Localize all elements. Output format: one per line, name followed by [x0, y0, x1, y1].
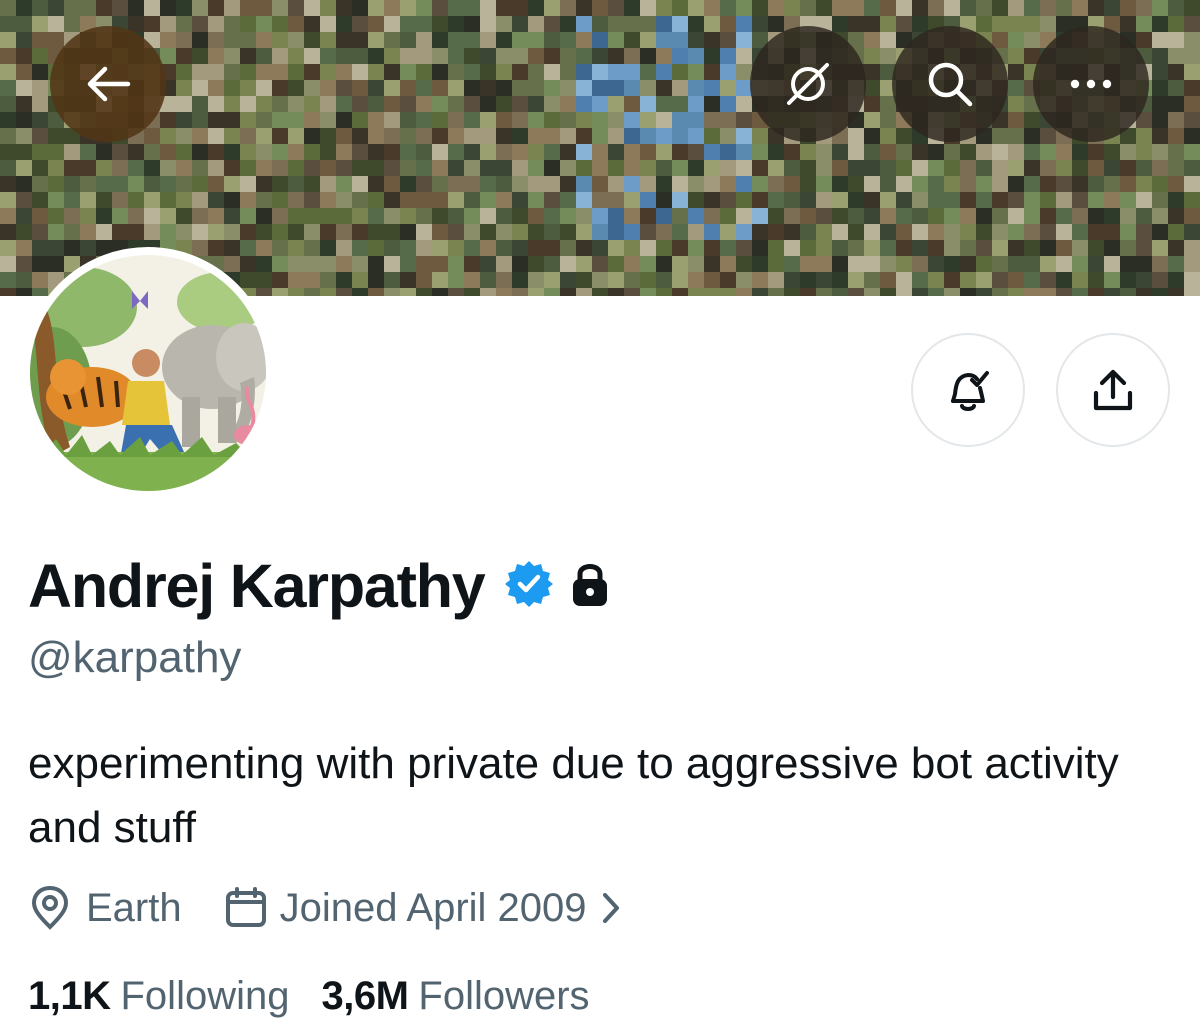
bell-check-icon	[951, 371, 989, 411]
following-stat[interactable]: 1,1K Following	[28, 974, 289, 1019]
profile-stats-row: 1,1K Following 3,6M Followers	[28, 968, 590, 1024]
location-item: Earth	[28, 885, 182, 931]
joined-item[interactable]: Joined April 2009	[224, 886, 621, 931]
search-icon	[928, 62, 973, 107]
joined-label: Joined April 2009	[279, 885, 587, 930]
lock-icon	[569, 560, 611, 613]
notifications-button[interactable]	[911, 333, 1025, 447]
followers-label: Followers	[418, 973, 590, 1018]
calendar-icon	[225, 887, 266, 927]
profile-avatar[interactable]	[22, 247, 274, 499]
location-pin-icon	[31, 885, 69, 930]
profile-name-row: Andrej Karpathy	[28, 546, 611, 626]
followers-count: 3,6M	[321, 973, 409, 1018]
profile-handle: @karpathy	[28, 633, 242, 682]
profile-page: Andrej Karpathy @karpathy experimenting …	[0, 0, 1200, 1035]
share-icon	[1093, 369, 1133, 411]
profile-bio: experimenting with private due to aggres…	[28, 739, 1119, 852]
following-count: 1,1K	[28, 973, 111, 1018]
slashed-circle-icon	[787, 63, 829, 105]
display-name: Andrej Karpathy	[28, 551, 486, 620]
translate-button[interactable]	[750, 26, 866, 142]
arrow-left-icon	[87, 66, 131, 102]
more-horizontal-icon	[1070, 79, 1112, 89]
more-button[interactable]	[1033, 26, 1149, 142]
location-label: Earth	[86, 885, 182, 930]
avatar-illustration	[24, 249, 272, 497]
verified-badge-icon[interactable]	[503, 558, 555, 615]
profile-meta-row: Earth Joined April 2009	[28, 880, 621, 936]
chevron-right-icon	[602, 893, 619, 923]
back-button[interactable]	[50, 26, 166, 142]
search-button[interactable]	[892, 26, 1008, 142]
followers-stat[interactable]: 3,6M Followers	[321, 974, 589, 1019]
share-button[interactable]	[1056, 333, 1170, 447]
following-label: Following	[120, 973, 290, 1018]
